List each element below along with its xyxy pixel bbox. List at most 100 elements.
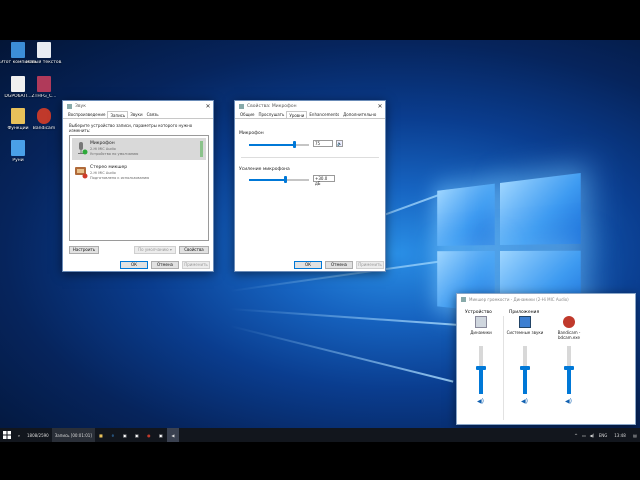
system-sounds-icon	[519, 316, 531, 328]
speaker-icon[interactable]: ◀)	[565, 398, 572, 405]
configure-button[interactable]: Настроить	[69, 246, 99, 254]
mixer-separator	[503, 316, 504, 420]
microphone-icon	[239, 103, 244, 109]
chevron-up-icon[interactable]: ^	[572, 428, 580, 442]
mixer-title: Микшер громкости - Динамики (2-Hi MIC Au…	[469, 296, 569, 302]
notifications-icon[interactable]: ▤	[630, 428, 640, 442]
mic-properties-title: Свойства: Микрофон	[247, 103, 297, 109]
sound-dialog-titlebar[interactable]: Звук ✕	[63, 101, 213, 111]
windows-start-icon	[3, 431, 11, 439]
microphone-icon	[74, 141, 88, 155]
sound-settings-taskbar-icon[interactable]: ◀	[166, 428, 179, 442]
channel-label: Динамики	[470, 330, 492, 335]
close-icon[interactable]: ✕	[375, 103, 385, 110]
desktop-icon-app[interactable]: Руни	[0, 140, 36, 163]
mic-level-value[interactable]: 75	[313, 140, 333, 147]
mic-boost-group: Усиление микрофона	[239, 167, 381, 172]
mic-level-slider[interactable]	[249, 141, 309, 148]
tab-listen[interactable]: Прослушать	[256, 111, 286, 118]
set-default-button[interactable]: По умолчанию ▾	[134, 246, 176, 254]
desktop-icon-archive[interactable]: ZTHFG_C...	[26, 76, 62, 99]
logo-pane	[500, 172, 581, 245]
desktop-icon-text-file[interactable]: Новый текстов...	[26, 42, 62, 65]
channel-volume-slider[interactable]	[476, 346, 486, 394]
start-button[interactable]	[0, 428, 14, 442]
small-text: 1808/2590	[27, 432, 49, 438]
slider-thumb[interactable]	[293, 141, 296, 148]
mixer-titlebar[interactable]: Микшер громкости - Динамики (2-Hi MIC Au…	[457, 294, 635, 304]
tab-advanced[interactable]: Дополнительно	[341, 111, 378, 118]
cancel-button[interactable]: Отмена	[325, 261, 353, 269]
device-row-stereo-mixer[interactable]: Стерео микшер 2-Hi MIC Audio Подготовлен…	[72, 162, 206, 184]
speaker-icon[interactable]: ◀)	[477, 398, 484, 405]
volume-icon[interactable]: ◀)	[588, 428, 596, 442]
close-icon[interactable]: ✕	[203, 103, 213, 110]
bandicam-icon[interactable]: ●	[143, 428, 155, 442]
separator	[241, 157, 379, 158]
device-name: Стерео микшер	[90, 165, 128, 170]
tab-recording[interactable]: Запись	[107, 111, 129, 118]
properties-button[interactable]: Свойства	[179, 246, 209, 254]
apps-header: Приложения	[509, 310, 540, 315]
instruction-text: Выберите устройство записи, параметры ко…	[69, 123, 193, 133]
mic-mute-button[interactable]: 🔈	[336, 140, 343, 147]
device-status: Устройство по умолчанию	[90, 152, 139, 156]
ok-button[interactable]: ОК	[294, 261, 322, 269]
tab-general[interactable]: Общие	[238, 111, 256, 118]
channel-volume-slider[interactable]	[520, 346, 530, 394]
light-beam	[229, 325, 454, 383]
tab-levels[interactable]: Уровни	[286, 111, 308, 118]
device-row-microphone[interactable]: Микрофон 2-Hi MIC Audio Устройство по ум…	[72, 138, 206, 160]
apply-button[interactable]: Применить	[182, 261, 210, 269]
taskbar-app-icon[interactable]: ▣	[131, 428, 143, 442]
document-icon	[11, 76, 25, 92]
apply-button[interactable]: Применить	[356, 261, 384, 269]
ok-button[interactable]: ОК	[120, 261, 148, 269]
tab-sounds[interactable]: Звуки	[128, 111, 144, 118]
taskbar-app-icon[interactable]: ▣	[155, 428, 167, 442]
slider-fill	[479, 368, 483, 394]
mixer-channel-system-sounds: Системные звуки ◀)	[505, 316, 545, 416]
desktop-icon-bandicam[interactable]: Bandicam	[26, 108, 62, 131]
screen: Этот компьютер Новый текстов... DGPO6ATI…	[0, 0, 640, 480]
chevron-down-icon: ▾	[169, 247, 172, 252]
language-indicator[interactable]: ENG	[596, 428, 610, 442]
archive-icon	[37, 76, 51, 92]
mic-boost-label: Усиление микрофона	[239, 167, 290, 172]
taskbar-app-icon[interactable]: ▣	[119, 428, 131, 442]
volume-mixer: Микшер громкости - Динамики (2-Hi MIC Au…	[456, 293, 636, 425]
network-icon[interactable]: ▭	[580, 428, 588, 442]
edge-icon[interactable]: e	[107, 428, 119, 442]
tab-playback[interactable]: Воспроизведение	[66, 111, 107, 118]
computer-icon	[11, 42, 25, 58]
cancel-button[interactable]: Отмена	[151, 261, 179, 269]
set-default-label: По умолчанию	[138, 247, 169, 252]
mic-boost-value: +30.0 дБ	[313, 175, 335, 186]
device-status: Подготовлено к использованию	[90, 176, 150, 180]
slider-fill	[567, 368, 571, 394]
sound-dialog-title: Звук	[75, 103, 86, 109]
mic-properties-tabs: Общие Прослушать Уровни Enhancements Доп…	[235, 111, 385, 119]
speaker-icon[interactable]: ◀)	[521, 398, 528, 405]
slider-thumb[interactable]	[564, 366, 574, 370]
slider-thumb[interactable]	[476, 366, 486, 370]
recording-indicator[interactable]: Запись [00:01:01]	[51, 428, 95, 442]
mic-properties-titlebar[interactable]: Свойства: Микрофон ✕	[235, 101, 385, 111]
tab-enhancements[interactable]: Enhancements	[307, 111, 341, 118]
recording-device-list[interactable]: Микрофон 2-Hi MIC Audio Устройство по ум…	[69, 135, 209, 241]
slider-thumb[interactable]	[520, 366, 530, 370]
stereo-mixer-icon	[74, 165, 88, 179]
clock[interactable]: 13:48	[610, 428, 630, 442]
tab-communications[interactable]: Связь	[145, 111, 161, 118]
device-driver: 2-Hi MIC Audio	[90, 171, 116, 175]
speaker-device-icon	[475, 316, 487, 328]
mixer-channel-bandicam: Bandicam - bdcam.exe ◀)	[549, 316, 589, 416]
mic-level-label: Микрофон	[239, 131, 264, 136]
search-icon[interactable]: ⌕	[14, 428, 24, 442]
mic-boost-slider[interactable]	[249, 176, 309, 183]
channel-label: Системные звуки	[506, 330, 544, 335]
file-explorer-icon[interactable]: ■	[95, 428, 107, 442]
light-beam	[229, 308, 460, 327]
channel-volume-slider[interactable]	[564, 346, 574, 394]
slider-thumb[interactable]	[284, 176, 287, 183]
